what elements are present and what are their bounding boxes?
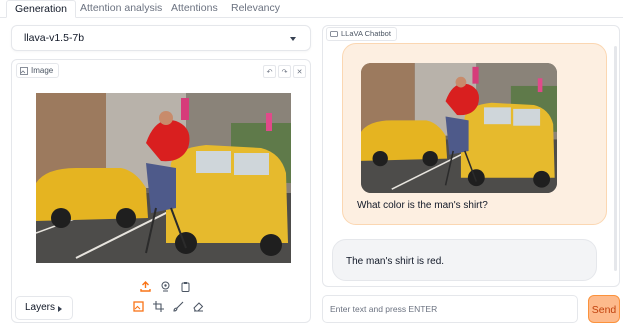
image-source-tools <box>139 280 191 292</box>
undo-icon[interactable]: ↶ <box>263 65 276 78</box>
brush-icon[interactable] <box>172 300 184 312</box>
image-icon[interactable] <box>132 300 144 312</box>
image-edit-tools <box>132 300 204 312</box>
chatbot-label-text: LLaVA Chatbot <box>341 29 391 38</box>
chevron-down-icon <box>290 37 296 41</box>
user-message-text: What color is the man's shirt? <box>357 200 488 211</box>
layers-label: Layers <box>25 302 56 313</box>
model-dropdown-value: llava-v1.5-7b <box>24 32 85 44</box>
tab-attention-analysis[interactable]: Attention analysis <box>80 0 162 18</box>
layers-button[interactable]: Layers <box>15 296 73 320</box>
tab-relevancy[interactable]: Relevancy <box>231 0 280 18</box>
crop-icon[interactable] <box>152 300 164 312</box>
webcam-icon[interactable] <box>159 280 171 292</box>
eraser-icon[interactable] <box>192 300 204 312</box>
assistant-message: The man's shirt is red. <box>332 239 597 281</box>
tab-attentions[interactable]: Attentions <box>171 0 218 18</box>
clipboard-icon[interactable] <box>179 280 191 292</box>
image-panel-actions: ↶ ↷ ✕ <box>263 65 306 78</box>
image-label-text: Image <box>31 66 54 75</box>
image-panel-label: Image <box>16 63 60 78</box>
tab-bar: Generation Attention analysis Attentions… <box>0 0 623 18</box>
chat-icon <box>330 30 338 37</box>
chat-input[interactable] <box>322 295 578 323</box>
send-button[interactable]: Send <box>588 295 620 323</box>
assistant-message-text: The man's shirt is red. <box>346 256 445 267</box>
image-icon <box>20 66 28 75</box>
redo-icon[interactable]: ↷ <box>278 65 291 78</box>
upload-icon[interactable] <box>139 280 151 292</box>
chat-scrollbar[interactable] <box>614 46 617 271</box>
input-image-canvas[interactable] <box>36 93 291 263</box>
message-image <box>361 63 557 193</box>
model-dropdown[interactable]: llava-v1.5-7b <box>11 25 311 51</box>
close-icon[interactable]: ✕ <box>293 65 306 78</box>
chevron-right-icon <box>58 306 62 312</box>
chatbot-label: LLaVA Chatbot <box>326 27 397 41</box>
chatbot-panel: LLaVA Chatbot What color is the man's sh… <box>322 25 620 287</box>
tab-generation[interactable]: Generation <box>6 0 76 18</box>
user-message: What color is the man's shirt? <box>342 43 607 225</box>
image-editor-panel: Image ↶ ↷ ✕ Layers <box>11 59 311 323</box>
